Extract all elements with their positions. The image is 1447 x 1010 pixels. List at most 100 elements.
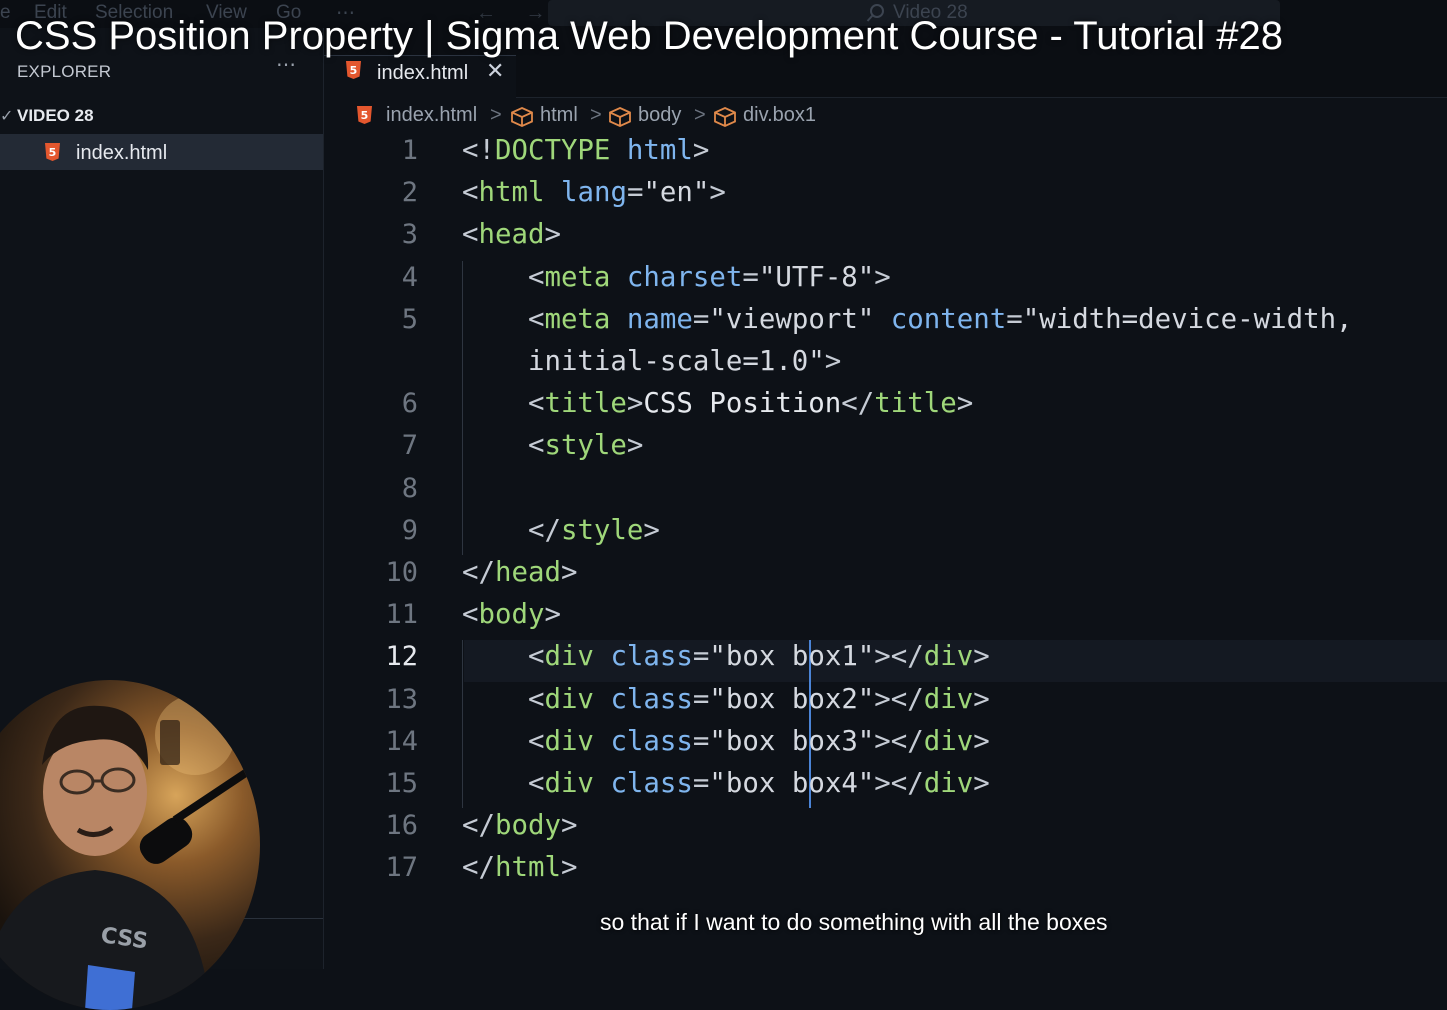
code-token: = (692, 303, 710, 335)
code-token: </ (462, 514, 561, 546)
breadcrumb-file[interactable]: index.html (386, 104, 477, 127)
code-line[interactable]: </body> (462, 810, 577, 841)
code-token: body (478, 599, 545, 631)
code-line[interactable]: </html> (462, 852, 577, 883)
code-line[interactable]: <html lang="en"> (462, 177, 726, 208)
line-number: 5 (401, 303, 418, 335)
tab-index-html[interactable]: 5 index.html ✕ (324, 55, 516, 99)
close-icon[interactable]: ✕ (486, 58, 504, 84)
code-token: class (610, 683, 693, 715)
line-number: 4 (401, 261, 418, 293)
folder-video-28[interactable]: ✓ VIDEO 28 (0, 104, 323, 130)
code-token: "box box1" (709, 641, 875, 673)
code-token: div (544, 683, 594, 715)
code-token: < (462, 641, 545, 673)
code-token: > (643, 514, 660, 546)
cube-icon (511, 107, 533, 127)
code-line[interactable]: <body> (462, 599, 561, 630)
html5-icon: 5 (357, 106, 372, 124)
code-token: "box box4" (709, 768, 875, 799)
code-token: head (478, 219, 545, 251)
code-line[interactable]: </style> (462, 515, 660, 546)
line-number: 14 (385, 725, 418, 757)
video-title: CSS Position Property | Sigma Web Develo… (15, 14, 1284, 58)
code-token: > (560, 557, 578, 588)
code-token: > (626, 388, 644, 420)
code-token: </ (462, 810, 495, 842)
line-number: 2 (401, 177, 418, 209)
code-token: lang (560, 177, 627, 209)
code-line[interactable]: </head> (462, 557, 577, 588)
file-name: index.html (76, 142, 168, 164)
code-token: title (874, 388, 957, 420)
code-token: "box box2" (709, 683, 875, 715)
code-line[interactable]: initial-scale=1.0"> (462, 346, 841, 377)
breadcrumb-html[interactable]: html (540, 104, 578, 127)
code-token: meta (544, 261, 611, 293)
code-token: > (626, 430, 644, 462)
line-number: 12 (385, 641, 418, 673)
cube-icon (609, 107, 631, 127)
code-token: title (544, 388, 627, 420)
svg-text:5: 5 (361, 109, 369, 122)
code-token: < (462, 303, 545, 335)
code-line[interactable]: <div class="box box4"></div> (462, 768, 990, 799)
code-token: = (692, 683, 710, 715)
code-token: </ (462, 852, 495, 884)
code-line[interactable]: <div class="box box3"></div> (462, 726, 990, 757)
folder-name: VIDEO 28 (17, 106, 94, 125)
line-number: 11 (385, 599, 418, 631)
code-token: div (544, 768, 594, 799)
code-token: content (890, 303, 1007, 335)
code-token: < (462, 430, 545, 462)
code-token: name (626, 303, 693, 335)
line-number: 13 (385, 683, 418, 715)
code-token: > (709, 177, 726, 209)
code-token: </ (462, 557, 495, 588)
code-token: ></ (874, 768, 924, 799)
tab-label: index.html (377, 62, 469, 84)
code-token: < (462, 599, 479, 631)
code-line[interactable]: <meta name="viewport" content="width=dev… (462, 304, 1353, 335)
code-token: > (544, 219, 561, 251)
code-token: html (494, 852, 561, 884)
code-token: ></ (874, 683, 924, 715)
code-token: = (692, 768, 710, 799)
code-token: div (923, 641, 974, 673)
code-line[interactable]: <title>CSS Position</title> (462, 388, 973, 419)
menu-file[interactable]: e (0, 2, 11, 24)
file-item-index-html[interactable]: 5 index.html (0, 134, 323, 170)
code-line[interactable]: <meta charset="UTF-8"> (462, 262, 891, 293)
code-token: "width=device-width, (1022, 303, 1353, 335)
code-token: < (462, 219, 479, 251)
code-token: < (462, 388, 545, 420)
code-token: DOCTYPE (494, 135, 611, 166)
html5-icon: 5 (45, 143, 60, 161)
code-token: initial-scale=1.0" (462, 346, 825, 377)
code-token: < (462, 177, 479, 209)
line-number: 15 (385, 768, 418, 799)
code-editor[interactable]: 1 <!DOCTYPE html> 2 <html lang="en"> 3 <head>… (324, 134, 1447, 969)
code-token: div (923, 768, 974, 799)
code-token: > (973, 641, 990, 673)
code-token: "viewport" (709, 303, 875, 335)
code-token: > (956, 388, 974, 420)
code-token: > (824, 346, 842, 377)
breadcrumb-body[interactable]: body (638, 104, 681, 127)
code-token: > (544, 599, 561, 631)
breadcrumb-div-box1[interactable]: div.box1 (743, 104, 816, 127)
code-line[interactable]: <!DOCTYPE html> (462, 135, 709, 166)
code-token: > (560, 852, 578, 884)
code-token: "en" (643, 177, 710, 209)
line-number: 16 (385, 810, 418, 842)
code-token: div (544, 725, 594, 757)
code-token: <! (462, 135, 495, 166)
code-line[interactable]: <div class="box box2"></div> (462, 684, 990, 715)
line-number: 9 (401, 514, 418, 546)
code-line[interactable]: <div class="box box1"></div> (462, 641, 990, 672)
code-line[interactable]: <style> (462, 430, 643, 461)
code-line[interactable]: <head> (462, 219, 561, 250)
code-token: style (544, 430, 627, 462)
